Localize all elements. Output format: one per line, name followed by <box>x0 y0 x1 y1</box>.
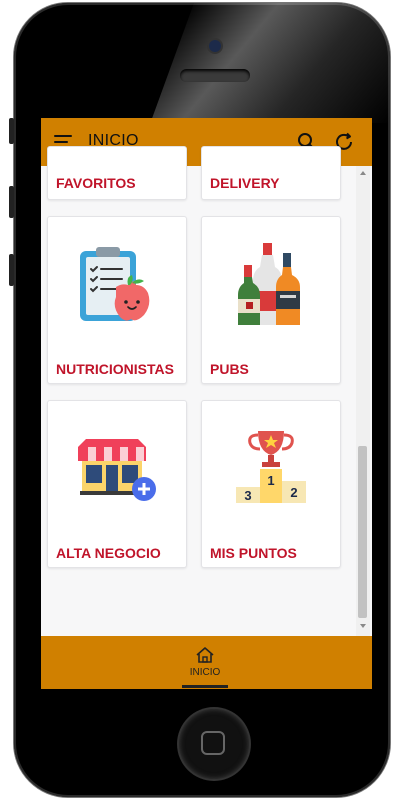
trophy-podium-icon: 1 2 3 <box>236 431 306 503</box>
phone-gloss <box>150 3 390 123</box>
category-grid: FAVORITOS DELIVERY NUTRICIONISTAS PUBS A… <box>41 146 360 636</box>
card-label: DELIVERY <box>210 175 280 191</box>
card-label: MIS PUNTOS <box>210 545 297 561</box>
bottles-icon <box>238 243 300 325</box>
earpiece-speaker <box>180 69 250 82</box>
phone-home-button <box>179 709 249 779</box>
category-card-alta-negocio[interactable]: ALTA NEGOCIO <box>47 400 187 568</box>
home-icon <box>196 647 214 663</box>
scrollbar-thumb[interactable] <box>358 446 367 618</box>
bottom-navigation: INICIO <box>41 636 372 689</box>
vertical-scrollbar[interactable] <box>356 166 370 636</box>
card-label: FAVORITOS <box>56 175 136 191</box>
svg-text:1: 1 <box>267 473 274 488</box>
volume-up-button <box>9 186 14 218</box>
scroll-up-arrow-icon[interactable] <box>360 171 366 175</box>
volume-mute-switch <box>9 118 14 144</box>
active-tab-indicator <box>182 685 228 688</box>
clipboard-apple-icon <box>80 247 150 321</box>
category-card-nutricionistas[interactable]: NUTRICIONISTAS <box>47 216 187 384</box>
app-screen: INICIO FAVORITOS DELIVERY NUTRICIONISTAS… <box>41 118 372 689</box>
card-label: PUBS <box>210 361 249 377</box>
card-label: NUTRICIONISTAS <box>56 361 174 377</box>
category-card-favoritos[interactable]: FAVORITOS <box>47 146 187 200</box>
store-add-icon <box>78 439 156 501</box>
svg-text:3: 3 <box>244 488 251 503</box>
nav-tab-inicio[interactable]: INICIO <box>183 646 227 684</box>
svg-text:2: 2 <box>290 485 297 500</box>
card-label: ALTA NEGOCIO <box>56 545 161 561</box>
volume-down-button <box>9 254 14 286</box>
front-camera <box>209 40 221 52</box>
category-card-pubs[interactable]: PUBS <box>201 216 341 384</box>
scroll-down-arrow-icon[interactable] <box>360 624 366 628</box>
category-card-mis-puntos[interactable]: 1 2 3 MIS PUNTOS <box>201 400 341 568</box>
category-card-delivery[interactable]: DELIVERY <box>201 146 341 200</box>
nav-tab-label: INICIO <box>189 667 221 678</box>
